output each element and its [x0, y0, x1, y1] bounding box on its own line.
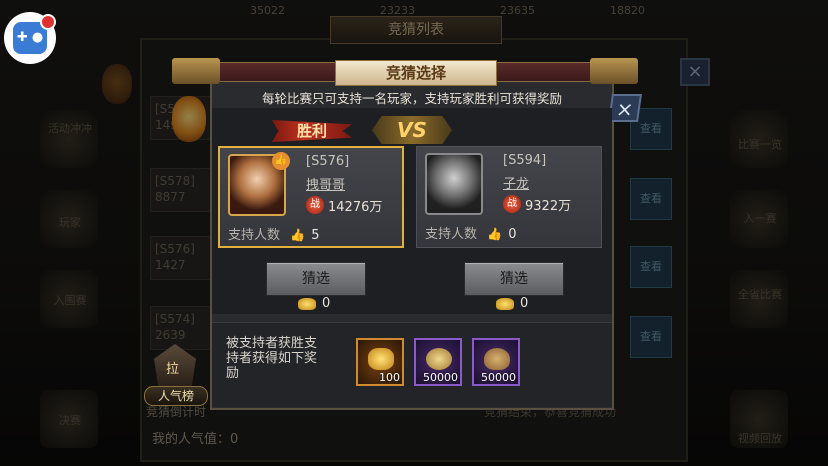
- header-ornament-right: [590, 58, 638, 84]
- player-name[interactable]: 子龙: [503, 173, 529, 192]
- header-ornament-left: [172, 58, 220, 84]
- thumbs-up-icon: 👍: [290, 228, 306, 242]
- battle-power-icon: 战: [503, 195, 521, 213]
- popularity-label: 人气榜: [144, 386, 208, 406]
- reward-item[interactable]: 50000: [414, 338, 462, 386]
- thumbs-up-icon: 👍: [272, 152, 290, 170]
- reward-count: 50000: [481, 371, 516, 384]
- gold-ingot-icon: [368, 348, 394, 370]
- thumbs-up-icon: 👍: [487, 227, 503, 241]
- pavilion-icon: 拉: [154, 344, 196, 386]
- support-label: 支持人数: [228, 228, 281, 243]
- reward-count: 100: [379, 371, 400, 384]
- rules-notice: 每轮比赛只可支持一名玩家，支持玩家胜利可获得奖励: [261, 91, 562, 106]
- reward-item[interactable]: 50000: [472, 338, 520, 386]
- support-label: 支持人数: [425, 227, 478, 242]
- guess-button-right[interactable]: 猜选: [464, 262, 564, 296]
- supporter-count: 0: [508, 227, 517, 242]
- popularity-ranking-button[interactable]: 拉 人气榜: [144, 344, 208, 406]
- notification-dot: [40, 14, 56, 30]
- player-server: [S576]: [306, 154, 350, 169]
- player-power: 9322万: [525, 199, 572, 214]
- reward-description: 被支持者获胜支持者获得如下奖励: [226, 336, 318, 381]
- supporter-count-row: 支持人数 👍 0: [425, 223, 517, 242]
- bet-amount: 0: [520, 296, 529, 311]
- player-power: 14276万: [328, 200, 383, 215]
- player-avatar: [425, 153, 483, 215]
- reward-count: 50000: [423, 371, 458, 384]
- player-card-left[interactable]: 👍 [S576] 拽哥哥 战 14276万 支持人数 👍 5: [218, 146, 404, 248]
- player-name[interactable]: 拽哥哥: [306, 174, 345, 193]
- guess-button-left[interactable]: 猜选: [266, 262, 366, 296]
- copper-coin-icon: [426, 348, 452, 370]
- player-server: [S594]: [503, 153, 547, 168]
- bet-amount: 0: [322, 296, 331, 311]
- dialog-title: 竞猜选择: [335, 60, 497, 86]
- gold-ingot-icon: [298, 298, 316, 310]
- badge-glyph: 拉: [166, 362, 180, 377]
- reward-item[interactable]: 100: [356, 338, 404, 386]
- supporter-count: 5: [311, 228, 320, 243]
- battle-power-icon: 战: [306, 196, 324, 214]
- player-card-right[interactable]: [S594] 子龙 战 9322万 支持人数 👍 0: [416, 146, 602, 248]
- vs-emblem: VS: [372, 116, 452, 144]
- money-bag-icon: [484, 348, 510, 370]
- player-avatar: 👍: [228, 152, 290, 216]
- gold-ingot-icon: [496, 298, 514, 310]
- floating-app-button[interactable]: ✚ ●: [4, 12, 56, 64]
- supporter-count-row: 支持人数 👍 5: [228, 224, 320, 243]
